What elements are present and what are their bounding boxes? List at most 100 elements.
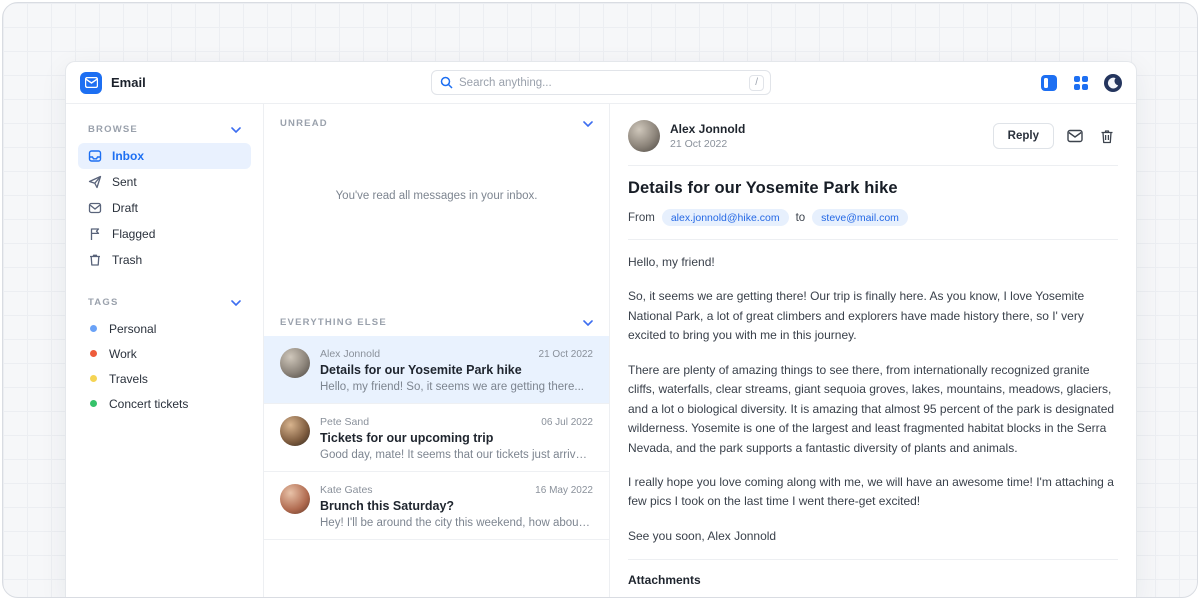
divider (628, 165, 1118, 166)
tag-color-dot (90, 325, 97, 332)
topbar-actions (1038, 72, 1124, 94)
tag-color-dot (90, 400, 97, 407)
email-body: Hello, my friend! So, it seems we are ge… (628, 253, 1118, 546)
tag-label: Personal (109, 322, 156, 336)
sidebar-item-trash[interactable]: Trash (78, 247, 251, 273)
unread-empty-message: You've read all messages in your inbox. (264, 137, 609, 255)
to-email-chip[interactable]: steve@mail.com (812, 209, 908, 226)
email-sender: Pete Sand (320, 416, 369, 428)
search-input[interactable] (459, 77, 749, 89)
search-bar[interactable]: / (431, 70, 771, 95)
tag-item-work[interactable]: Work (78, 341, 251, 366)
from-label: From (628, 212, 655, 224)
email-subject: Details for our Yosemite Park hike (320, 363, 593, 377)
sidebar-item-label: Draft (112, 201, 138, 215)
app-logo (80, 72, 102, 94)
tag-label: Concert tickets (109, 397, 188, 411)
inbox-icon (88, 149, 102, 163)
avatar (280, 484, 310, 514)
send-icon (88, 175, 102, 189)
panel-icon (1040, 74, 1058, 92)
browse-collapse-chevron-icon[interactable] (231, 127, 241, 133)
sender-avatar (628, 120, 660, 152)
email-subject: Brunch this Saturday? (320, 499, 593, 513)
content-area: BROWSE Inbox Sent Draft Flagged (66, 104, 1136, 598)
flag-icon (88, 227, 102, 241)
email-list-item[interactable]: Kate Gates 16 May 2022 Brunch this Satur… (264, 472, 609, 540)
dark-mode-moon-icon (1103, 73, 1123, 93)
tag-item-travels[interactable]: Travels (78, 366, 251, 391)
detail-sender-name: Alex Jonnold (670, 122, 745, 136)
tag-item-personal[interactable]: Personal (78, 316, 251, 341)
tag-label: Travels (109, 372, 148, 386)
everything-else-label: EVERYTHING ELSE (280, 317, 387, 328)
email-date: 16 May 2022 (535, 485, 593, 496)
avatar (280, 416, 310, 446)
tag-label: Work (109, 347, 137, 361)
trash-icon (88, 253, 102, 267)
attachments-label: Attachments (628, 573, 1118, 587)
everything-else-collapse-chevron-icon[interactable] (583, 320, 593, 326)
sidebar-item-draft[interactable]: Draft (78, 195, 251, 221)
tag-item-concert-tickets[interactable]: Concert tickets (78, 391, 251, 416)
topbar: Email / (66, 62, 1136, 104)
email-app-window: Email / (65, 61, 1137, 598)
search-icon (440, 76, 453, 89)
from-email-chip[interactable]: alex.jonnold@hike.com (662, 209, 789, 226)
sidebar-item-label: Inbox (112, 149, 144, 163)
search-shortcut-badge: / (749, 75, 764, 91)
detail-header: Alex Jonnold 21 Oct 2022 Reply (628, 120, 1118, 152)
tag-color-dot (90, 350, 97, 357)
panel-toggle-button[interactable] (1038, 72, 1060, 94)
tags-collapse-chevron-icon[interactable] (231, 300, 241, 306)
sidebar-item-label: Flagged (112, 227, 155, 241)
unread-collapse-chevron-icon[interactable] (583, 121, 593, 127)
email-date: 21 Oct 2022 (539, 349, 593, 360)
unread-label: UNREAD (280, 118, 328, 129)
email-list-item[interactable]: Pete Sand 06 Jul 2022 Tickets for our up… (264, 404, 609, 472)
tags-section-header: TAGS (78, 291, 251, 316)
sidebar-item-label: Trash (112, 253, 142, 267)
grid-apps-icon (1073, 75, 1089, 91)
email-meta: Alex Jonnold 21 Oct 2022 Details for our… (320, 348, 593, 393)
from-to-row: From alex.jonnold@hike.com to steve@mail… (628, 209, 1118, 226)
everything-else-section-header: EVERYTHING ELSE (264, 297, 609, 336)
email-list-item[interactable]: Alex Jonnold 21 Oct 2022 Details for our… (264, 336, 609, 404)
detail-actions: Reply (993, 123, 1118, 149)
tags-label: TAGS (88, 297, 118, 308)
mark-unread-button[interactable] (1064, 125, 1086, 147)
message-list-column: UNREAD You've read all messages in your … (263, 104, 610, 598)
email-snippet: Hello, my friend! So, it seems we are ge… (320, 381, 593, 393)
email-snippet: Good day, mate! It seems that our ticket… (320, 449, 593, 461)
email-detail-pane: Alex Jonnold 21 Oct 2022 Reply De (610, 104, 1136, 598)
browser-frame: Email / (2, 2, 1198, 598)
envelope-icon (88, 201, 102, 215)
divider (628, 559, 1118, 560)
detail-subject: Details for our Yosemite Park hike (628, 179, 1118, 198)
unread-section-header: UNREAD (264, 104, 609, 137)
tag-color-dot (90, 375, 97, 382)
email-meta: Pete Sand 06 Jul 2022 Tickets for our up… (320, 416, 593, 461)
email-sender: Alex Jonnold (320, 348, 380, 360)
browse-label: BROWSE (88, 124, 138, 135)
dark-mode-toggle[interactable] (1102, 72, 1124, 94)
apps-grid-button[interactable] (1070, 72, 1092, 94)
envelope-icon (85, 77, 98, 88)
delete-button[interactable] (1096, 125, 1118, 147)
sidebar-item-inbox[interactable]: Inbox (78, 143, 251, 169)
email-date: 06 Jul 2022 (541, 417, 593, 428)
body-paragraph: I really hope you love coming along with… (628, 473, 1118, 512)
trash-icon (1100, 129, 1114, 144)
detail-date: 21 Oct 2022 (670, 138, 745, 150)
sidebar-item-flagged[interactable]: Flagged (78, 221, 251, 247)
body-paragraph: There are plenty of amazing things to se… (628, 361, 1118, 458)
to-label: to (796, 212, 806, 224)
reply-button[interactable]: Reply (993, 123, 1054, 149)
avatar (280, 348, 310, 378)
sidebar-item-sent[interactable]: Sent (78, 169, 251, 195)
email-meta: Kate Gates 16 May 2022 Brunch this Satur… (320, 484, 593, 529)
envelope-icon (1067, 129, 1083, 143)
body-paragraph: Hello, my friend! (628, 253, 1118, 272)
divider (628, 239, 1118, 240)
app-title: Email (111, 75, 146, 90)
